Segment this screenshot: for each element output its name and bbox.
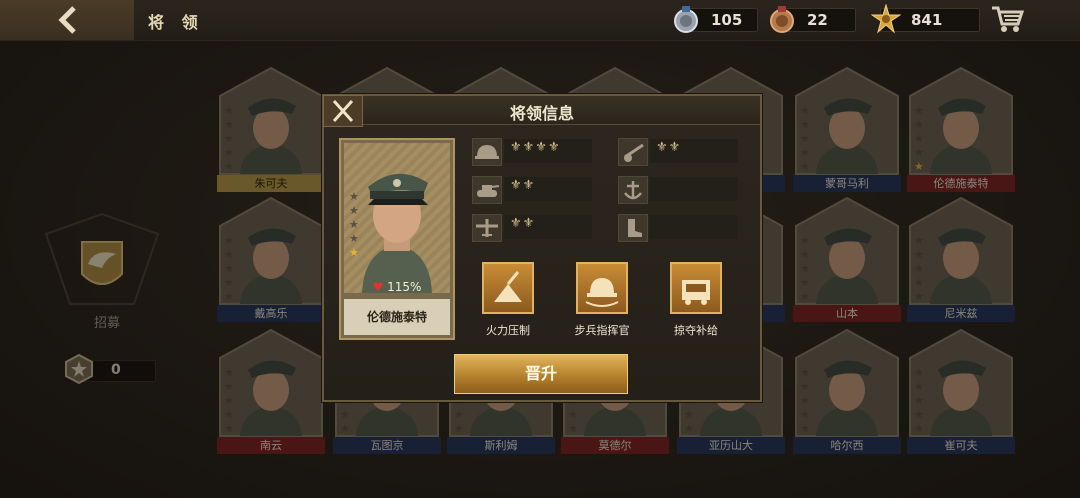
plunder-supply-icon [670,262,722,314]
boot-icon [618,214,648,242]
shop-cart-icon[interactable] [990,4,1024,34]
tank-icon [472,176,502,204]
bronze-medal-icon [770,6,794,33]
fire-suppression-icon [482,262,534,314]
general-portrait-card: ★ ★ ★ ★ ★ ♥ 115% 伦德施泰特 [339,138,455,340]
skill-fire-suppression[interactable]: 火力压制 [478,262,538,338]
back-button[interactable] [0,0,134,40]
star-rating: ★★★★★ [349,190,359,259]
stat-bar [650,177,738,201]
infantry-commander-icon [576,262,628,314]
gold-star-badge-icon [871,4,901,34]
back-arrow-icon [58,6,76,34]
portrait-image [344,143,450,293]
general-name: 伦德施泰特 [344,299,450,335]
infantry-helmet-icon [472,138,502,166]
navy-anchor-icon [618,176,648,204]
stat-medals: ⚜⚜ [510,178,536,193]
close-icon [332,99,354,123]
promote-button[interactable]: 晋升 [454,354,628,394]
heart-icon: ♥ [372,280,384,294]
artillery-icon [618,138,648,166]
skill-plunder-supply[interactable]: 掠夺补给 [666,262,726,338]
skill-label: 掠夺补给 [674,324,718,337]
stat-medals: ⚜⚜⚜⚜ [510,140,561,155]
resource-value: 22 [807,11,828,29]
general-portrait [362,173,432,293]
top-bar: 将 领 105 22 841 [0,0,1080,41]
resource-silver-medal[interactable]: 105 [674,6,758,33]
aircraft-icon [472,214,502,242]
dialog-title: 将领信息 [509,104,574,123]
resource-value: 841 [911,11,943,29]
resource-bronze-medal[interactable]: 22 [770,6,856,33]
skill-label: 火力压制 [486,324,530,337]
stat-medals: ⚜⚜ [510,216,536,231]
skill-label: 步兵指挥官 [574,324,630,337]
hp-percent: ♥ 115% [341,280,453,294]
skill-infantry-commander[interactable]: 步兵指挥官 [572,262,632,338]
general-info-dialog: 将领信息 ★ ★ ★ ★ ★ ♥ 115% 伦德施泰特 ⚜⚜⚜⚜ ⚜⚜ ⚜⚜ ⚜… [322,94,762,402]
stat-bar [650,215,738,239]
hp-value: 115% [387,280,422,294]
close-button[interactable] [323,95,363,127]
resource-value: 105 [711,11,743,29]
stat-medals: ⚜⚜ [656,140,682,155]
resource-gold-star[interactable]: 841 [871,4,980,34]
page-title: 将 领 [148,13,204,32]
silver-medal-icon [674,6,698,33]
dialog-header: 将领信息 [324,96,760,125]
